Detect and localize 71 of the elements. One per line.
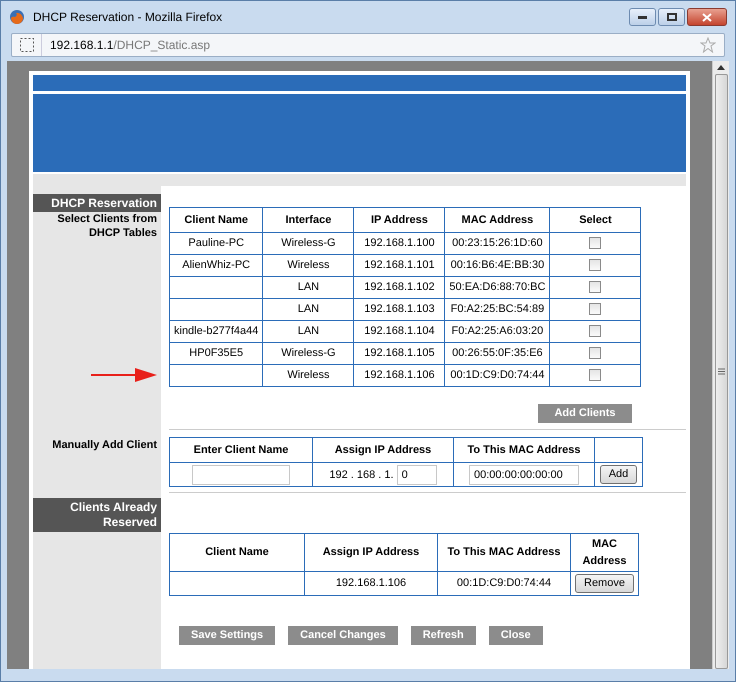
table-cell: 00:1D:C9:D0:74:44 — [438, 572, 570, 596]
column-header: IP Address — [354, 208, 445, 232]
table-cell: LAN — [262, 320, 354, 342]
pointer-arrow — [91, 367, 157, 383]
minimize-button[interactable] — [629, 8, 656, 26]
table-cell: 192.168.1.106 — [354, 364, 445, 386]
maximize-icon — [666, 13, 676, 21]
table-cell: 192.168.1.100 — [354, 232, 445, 254]
table-cell: 00:1D:C9:D0:74:44 — [444, 364, 550, 386]
table-cell: kindle-b277f4a44 — [170, 320, 263, 342]
select-checkbox[interactable] — [589, 259, 602, 272]
section-label: Select Clients from DHCP Tables — [56, 212, 158, 240]
table-cell: Pauline-PC — [170, 232, 263, 254]
table-cell: 192.168.1.102 — [354, 276, 445, 298]
column-header: Enter Client Name — [170, 438, 312, 462]
select-checkbox[interactable] — [589, 281, 602, 294]
maximize-button[interactable] — [658, 8, 685, 26]
table-cell: 192.168.1.101 — [354, 254, 445, 276]
table-cell: 00:16:B6:4E:BB:30 — [444, 254, 550, 276]
section-label: Manually Add Client — [51, 438, 158, 453]
select-checkbox[interactable] — [589, 237, 602, 250]
table-cell: 192.168.1.103 — [354, 298, 445, 320]
grip-icon — [718, 368, 724, 375]
column-header: To This MAC Address — [438, 534, 570, 572]
mac-address-field[interactable]: 00:00:00:00:00:00 — [469, 464, 579, 484]
column-header: Client Name — [170, 208, 263, 232]
site-identity-icon — [20, 38, 34, 52]
ip-prefix: 192 . 168 . 1. — [329, 468, 394, 480]
scrollbar[interactable] — [712, 61, 729, 669]
table-cell: AlienWhiz-PC — [170, 254, 263, 276]
column-header: Select — [550, 208, 641, 232]
close-icon — [702, 12, 712, 22]
table-cell: 00:26:55:0F:35:E6 — [444, 342, 550, 364]
ip-octet-field[interactable]: 0 — [396, 464, 437, 484]
column-header: MAC Address — [444, 208, 550, 232]
table-cell: Wireless — [262, 364, 354, 386]
section-heading: Clients Already Reserved — [33, 498, 161, 532]
table-cell: F0:A2:25:A6:03:20 — [444, 320, 550, 342]
column-header: Interface — [262, 208, 354, 232]
add-button[interactable]: Add — [600, 465, 638, 484]
table-cell: LAN — [262, 276, 354, 298]
column-header: Assign IP Address — [304, 534, 438, 572]
select-checkbox[interactable] — [589, 303, 602, 316]
table-cell: 192.168.1.105 — [354, 342, 445, 364]
column-header: MAC Address — [570, 534, 638, 572]
table-cell: 00:23:15:26:1D:60 — [444, 232, 550, 254]
table-cell: HP0F35E5 — [170, 342, 263, 364]
column-header: Assign IP Address — [312, 438, 454, 462]
select-checkbox[interactable] — [589, 325, 602, 338]
remove-button[interactable]: Remove — [575, 574, 634, 593]
table-cell: Wireless — [262, 254, 354, 276]
column-header: To This MAC Address — [454, 438, 594, 462]
column-header: Client Name — [170, 534, 304, 572]
table-cell: 192.168.1.106 — [304, 572, 438, 596]
table-cell: LAN — [262, 298, 354, 320]
close-button[interactable] — [687, 8, 727, 26]
select-checkbox[interactable] — [589, 369, 602, 382]
bookmark-star-icon[interactable] — [700, 37, 716, 53]
table-cell: Wireless-G — [262, 342, 354, 364]
minimize-icon — [638, 16, 647, 18]
client-name-field[interactable] — [192, 464, 290, 484]
window-title: DHCP Reservation - Mozilla Firefox — [33, 9, 222, 26]
scroll-up-icon[interactable] — [717, 65, 725, 70]
browser-logo-icon — [9, 9, 25, 25]
table-cell: F0:A2:25:BC:54:89 — [444, 298, 550, 320]
section-heading: DHCP Reservation — [33, 194, 161, 212]
scroll-thumb[interactable] — [714, 74, 728, 669]
select-checkbox[interactable] — [589, 347, 602, 360]
table-cell: 50:EA:D6:88:70:BC — [444, 276, 550, 298]
table-cell: Wireless-G — [262, 232, 354, 254]
table-cell: 192.168.1.104 — [354, 320, 445, 342]
